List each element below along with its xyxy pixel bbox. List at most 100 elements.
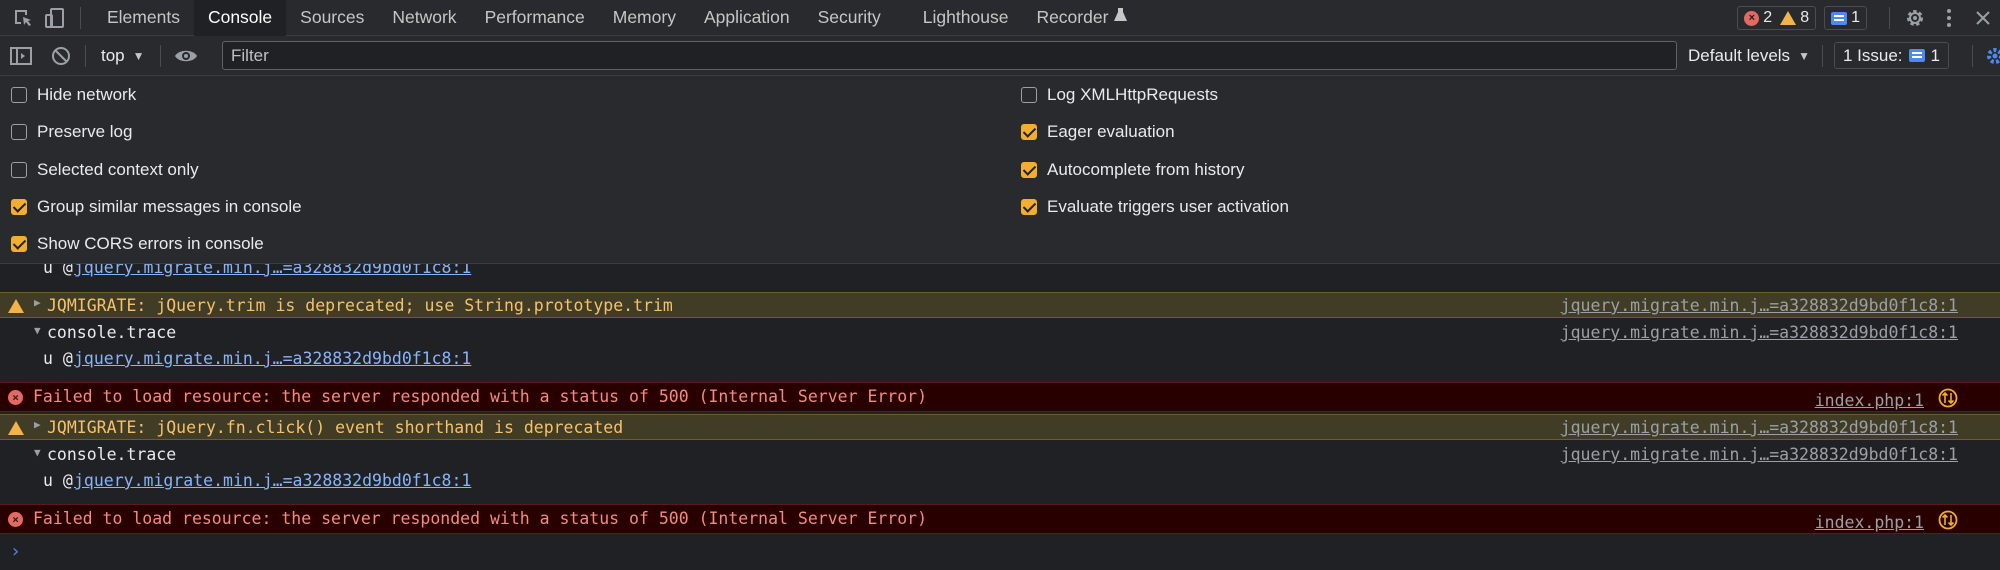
checkbox-checked[interactable] — [11, 236, 27, 252]
error-warning-counter[interactable]: × 2 8 — [1737, 6, 1817, 30]
option-selected-context-only[interactable]: Selected context only — [11, 160, 199, 180]
source-link[interactable]: jquery.migrate.min.j…=a328832d9bd0f1c8:1 — [1561, 445, 1958, 464]
source-link[interactable]: jquery.migrate.min.j…=a328832d9bd0f1c8:1 — [1561, 323, 1958, 342]
option-eager-evaluation[interactable]: Eager evaluation — [1021, 122, 1175, 142]
trace-row[interactable]: ▼ console.trace jquery.migrate.min.j…=a3… — [0, 320, 2000, 346]
trace-link[interactable]: jquery.migrate.min.j…=a328832d9bd0f1c8:1 — [74, 349, 471, 368]
context-selector[interactable]: top ▼ — [101, 46, 145, 66]
option-label: Group similar messages in console — [37, 197, 302, 216]
collapse-arrow-icon[interactable]: ▼ — [34, 446, 41, 459]
issue-icon — [1908, 49, 1925, 62]
error-message-row[interactable]: × Failed to load resource: the server re… — [0, 382, 2000, 412]
toolbar-separator — [1822, 45, 1823, 67]
filter-input[interactable] — [222, 41, 1677, 70]
source-link-index[interactable]: index.php:1 — [1815, 513, 1924, 532]
sidebar-toggle-icon[interactable] — [8, 43, 34, 69]
close-devtools-icon[interactable] — [1970, 5, 1996, 31]
context-selector-value: top — [101, 46, 125, 65]
trace-label: console.trace — [47, 323, 177, 342]
gear-icon[interactable] — [1902, 5, 1928, 31]
inspect-element-icon[interactable] — [10, 5, 36, 31]
expand-arrow-icon[interactable]: ▶ — [34, 296, 41, 309]
log-levels-value: Default levels — [1688, 46, 1791, 65]
checkbox-checked[interactable] — [1021, 124, 1037, 140]
option-log-xhr[interactable]: Log XMLHttpRequests — [1021, 85, 1218, 105]
checkbox-checked[interactable] — [1021, 199, 1037, 215]
log-levels-dropdown[interactable]: Default levels ▼ — [1688, 46, 1810, 66]
tab-performance[interactable]: Performance — [471, 0, 599, 36]
warning-count: 8 — [1800, 9, 1810, 26]
trace-link[interactable]: jquery.migrate.min.j…=a328832d9bd0f1c8:1 — [74, 471, 471, 490]
tab-lighthouse[interactable]: Lighthouse — [909, 0, 1023, 36]
checkbox[interactable] — [11, 162, 27, 178]
network-request-icon[interactable] — [1938, 388, 1958, 412]
warning-icon — [8, 298, 24, 317]
more-options-icon[interactable] — [1936, 5, 1962, 31]
error-text: Failed to load resource: the server resp… — [33, 509, 928, 528]
warning-text: JQMIGRATE: jQuery.fn.click() event short… — [47, 418, 624, 437]
trace-row[interactable]: ▼ console.trace jquery.migrate.min.j…=a3… — [0, 442, 2000, 468]
tab-security[interactable]: Security — [804, 0, 895, 36]
message-counter[interactable]: 1 — [1824, 6, 1867, 30]
flask-icon — [1114, 7, 1128, 28]
tab-console[interactable]: Console — [193, 0, 287, 36]
option-autocomplete-history[interactable]: Autocomplete from history — [1021, 160, 1244, 180]
issues-label: 1 Issue: — [1843, 45, 1903, 65]
issues-button[interactable]: 1 Issue: 1 — [1834, 42, 1950, 69]
warning-message-row[interactable]: ▶ JQMIGRATE: jQuery.trim is deprecated; … — [0, 292, 2000, 318]
source-link[interactable]: jquery.migrate.min.j…=a328832d9bd0f1c8:1 — [1561, 296, 1958, 315]
console-settings-icon[interactable] — [1985, 46, 2000, 71]
option-label: Evaluate triggers user activation — [1047, 197, 1289, 216]
eye-icon[interactable] — [173, 43, 199, 69]
option-label: Autocomplete from history — [1047, 160, 1245, 179]
error-text: Failed to load resource: the server resp… — [33, 387, 928, 406]
checkbox[interactable] — [11, 124, 27, 140]
option-group-similar[interactable]: Group similar messages in console — [11, 197, 302, 217]
console-prompt[interactable]: › — [0, 537, 2000, 567]
option-label: Show CORS errors in console — [37, 234, 264, 253]
checkbox[interactable] — [1021, 87, 1037, 103]
error-message-row[interactable]: × Failed to load resource: the server re… — [0, 504, 2000, 534]
trace-prefix: u @ — [43, 471, 73, 490]
tab-recorder[interactable]: Recorder — [1022, 0, 1141, 36]
message-count: 1 — [1851, 9, 1860, 26]
option-label: Preserve log — [37, 122, 133, 141]
trace-frame-row: u @ jquery.migrate.min.j…=a328832d9bd0f1… — [0, 469, 2000, 493]
device-toolbar-icon[interactable] — [42, 5, 68, 31]
option-hide-network[interactable]: Hide network — [11, 85, 136, 105]
source-link-index[interactable]: index.php:1 — [1815, 391, 1924, 410]
clear-console-icon[interactable] — [48, 43, 74, 69]
trace-link[interactable]: jquery.migrate.min.j…=a328832d9bd0f1c8:1 — [74, 264, 471, 277]
error-icon: × — [8, 512, 23, 527]
warning-text: JQMIGRATE: jQuery.trim is deprecated; us… — [47, 296, 673, 315]
network-request-icon[interactable] — [1938, 510, 1958, 534]
collapse-arrow-icon[interactable]: ▼ — [34, 324, 41, 337]
expand-arrow-icon[interactable]: ▶ — [34, 418, 41, 431]
option-show-cors-errors[interactable]: Show CORS errors in console — [11, 234, 264, 254]
console-output: u @ jquery.migrate.min.j…=a328832d9bd0f1… — [0, 264, 2000, 570]
tab-network[interactable]: Network — [378, 0, 470, 36]
tab-elements[interactable]: Elements — [93, 0, 194, 36]
trace-prefix: u @ — [43, 349, 73, 368]
tab-separator — [1889, 7, 1890, 29]
option-label: Selected context only — [37, 160, 199, 179]
trace-prefix: u @ — [43, 264, 73, 277]
toolbar-separator — [1972, 45, 1973, 67]
issues-count: 1 — [1930, 45, 1941, 65]
option-preserve-log[interactable]: Preserve log — [11, 122, 132, 142]
option-label: Eager evaluation — [1047, 122, 1175, 141]
console-settings-panel: Hide network Preserve log Selected conte… — [0, 76, 2000, 264]
source-link[interactable]: jquery.migrate.min.j…=a328832d9bd0f1c8:1 — [1561, 418, 1958, 437]
checkbox-checked[interactable] — [1021, 162, 1037, 178]
tab-application[interactable]: Application — [690, 0, 804, 36]
tab-memory[interactable]: Memory — [599, 0, 690, 36]
option-evaluate-user-activation[interactable]: Evaluate triggers user activation — [1021, 197, 1289, 217]
toolbar-separator — [160, 45, 161, 67]
tab-sources[interactable]: Sources — [286, 0, 378, 36]
checkbox-checked[interactable] — [11, 199, 27, 215]
trace-frame-row: u @ jquery.migrate.min.j…=a328832d9bd0f1… — [0, 347, 2000, 371]
dropdown-arrow-icon: ▼ — [132, 49, 145, 63]
checkbox[interactable] — [11, 87, 27, 103]
dropdown-arrow-icon: ▼ — [1798, 49, 1810, 63]
warning-message-row[interactable]: ▶ JQMIGRATE: jQuery.fn.click() event sho… — [0, 414, 2000, 440]
